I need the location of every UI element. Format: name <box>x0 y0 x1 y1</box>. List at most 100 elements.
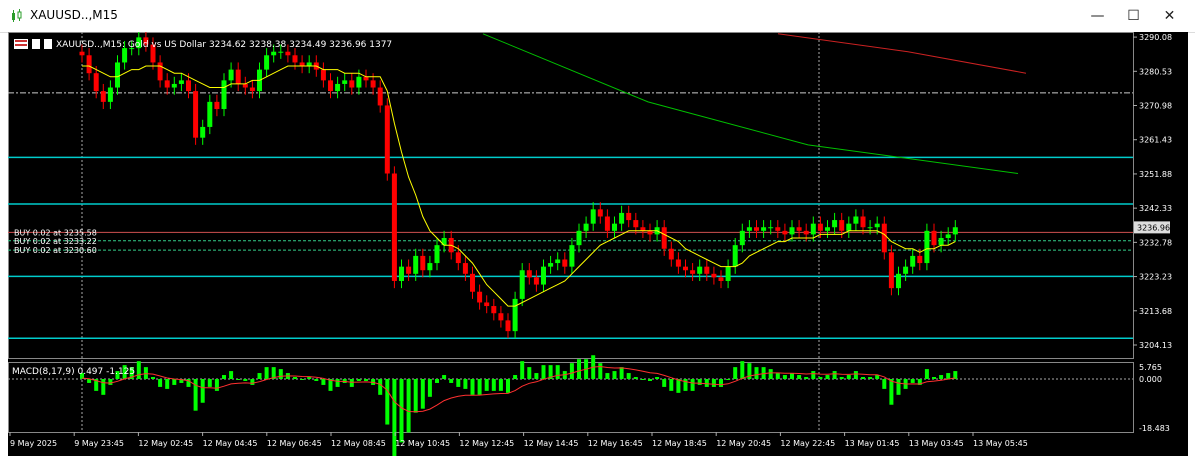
macd-bar <box>527 367 532 379</box>
macd-bar <box>406 379 411 433</box>
macd-bar <box>427 379 432 397</box>
macd-bar <box>158 379 163 387</box>
candle-body <box>619 212 625 224</box>
chart-header: XAUUSD..,M15: Gold vs US Dollar 3234.62 … <box>56 40 392 50</box>
macd-label: MACD(8,17,9) 0.497 -1.125 <box>12 367 135 377</box>
candle-body <box>541 266 546 285</box>
candle-body <box>683 266 688 271</box>
candle-body <box>754 227 759 231</box>
candle-body <box>328 80 333 92</box>
moving-average-long <box>777 33 1027 74</box>
candle-body <box>725 266 731 281</box>
candle-body <box>271 51 277 56</box>
candle-body <box>264 55 270 70</box>
candle-body <box>690 270 696 274</box>
candle-body <box>853 216 859 224</box>
candle-body <box>207 101 213 127</box>
macd-bar <box>882 379 887 389</box>
chart-area[interactable]: BUY 0.02 at 3235.58 BUY 0.02 at 3233.22 BU… <box>8 30 1188 464</box>
macd-bar <box>839 377 844 379</box>
price-tick-label: 3290.08 <box>1139 33 1172 42</box>
macd-signal-line <box>81 365 956 413</box>
candle-body <box>214 101 220 110</box>
macd-bar <box>442 375 447 379</box>
macd-bar <box>733 367 738 379</box>
time-tick-label: 13 May 01:45 <box>845 439 900 448</box>
macd-bar <box>605 373 610 379</box>
macd-bar <box>577 359 581 379</box>
price-tick-label: 3270.98 <box>1139 102 1172 111</box>
macd-bar <box>846 375 851 379</box>
candle-body <box>122 48 128 63</box>
candle-body <box>952 227 958 235</box>
macd-bar <box>470 379 475 395</box>
candle-body <box>406 266 412 274</box>
price-chart[interactable]: BUY 0.02 at 3235.58BUY 0.02 at 3233.22BU… <box>8 30 1188 464</box>
candle-body <box>470 273 475 292</box>
candle-body <box>235 69 241 84</box>
macd-bar <box>868 377 873 379</box>
candle-body <box>79 51 85 56</box>
candle-body <box>775 227 781 231</box>
macd-bar <box>101 379 106 395</box>
time-tick-label: 12 May 02:45 <box>138 439 193 448</box>
macd-bar <box>321 379 326 385</box>
macd-bar <box>520 361 525 379</box>
macd-tick-label: 0.000 <box>1139 375 1162 384</box>
time-tick-label: 12 May 20:45 <box>716 439 771 448</box>
time-tick-label: 9 May 23:45 <box>74 439 124 448</box>
candle-body <box>491 306 497 314</box>
macd-bar <box>534 373 539 379</box>
candle-body <box>349 80 355 88</box>
macd-bar <box>207 379 212 387</box>
macd-bar <box>932 377 936 379</box>
macd-bar <box>314 379 319 381</box>
candle-body <box>675 259 681 267</box>
candle-body <box>839 220 845 231</box>
macd-bar <box>612 371 617 379</box>
minimize-icon: — <box>1090 8 1105 24</box>
candle-body <box>661 227 667 249</box>
candle-body <box>320 69 326 81</box>
window-titlebar: XAUUSD..,M15 — ☐ ✕ <box>0 0 1195 33</box>
time-tick-label: 12 May 06:45 <box>267 439 322 448</box>
order-label: BUY 0.02 at 3233.22 <box>14 237 97 246</box>
macd-bar <box>889 379 894 405</box>
macd-bar <box>818 377 823 379</box>
time-tick-label: 12 May 04:45 <box>203 439 258 448</box>
macd-bar <box>896 379 901 395</box>
candle-body <box>888 252 894 289</box>
macd-bar <box>250 379 255 385</box>
macd-bar <box>633 377 638 379</box>
candle-body <box>306 62 312 67</box>
candle-body <box>668 248 674 260</box>
candle-body <box>420 255 426 271</box>
macd-bar <box>768 369 773 379</box>
candle-body <box>477 291 483 303</box>
moving-average-slow <box>482 33 1019 175</box>
candle-body <box>739 230 745 246</box>
macd-bar <box>711 379 716 387</box>
candle-body <box>178 80 184 84</box>
candle-body <box>789 227 795 235</box>
macd-bar <box>136 361 141 379</box>
current-price-label: 3236.96 <box>1137 223 1170 232</box>
macd-bar <box>463 379 468 389</box>
candle-body <box>583 223 589 231</box>
candle-body <box>115 62 120 88</box>
candle-body <box>498 313 504 321</box>
macd-bar <box>498 379 503 391</box>
macd-bar <box>704 379 709 387</box>
candle-body <box>93 73 99 92</box>
macd-bar <box>243 379 248 381</box>
macd-bar <box>797 375 802 379</box>
candle-body <box>157 62 163 81</box>
price-tick-label: 3261.43 <box>1139 136 1172 145</box>
close-button[interactable]: ✕ <box>1147 0 1192 32</box>
macd-bar <box>484 379 489 391</box>
candle-body <box>335 83 341 92</box>
time-tick-label: 12 May 08:45 <box>331 439 386 448</box>
order-label: BUY 0.02 at 3230.60 <box>14 246 97 255</box>
candle-body <box>413 255 419 274</box>
macd-bar <box>853 371 858 379</box>
